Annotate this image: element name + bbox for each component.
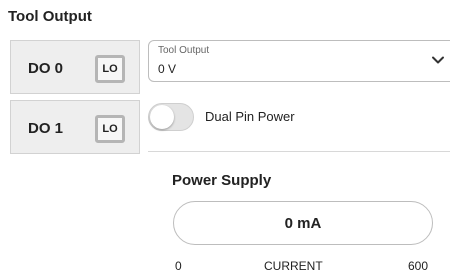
select-value: 0 V (158, 62, 177, 76)
tool-output-panel: Tool Output DO 0 LO DO 1 LO Tool Output … (0, 0, 450, 276)
output-state-badge[interactable]: LO (95, 115, 125, 143)
output-state-badge[interactable]: LO (95, 55, 125, 83)
current-scale-max: 600 (408, 259, 429, 273)
power-supply-title: Power Supply (172, 172, 272, 189)
current-scale-label: CURRENT (264, 259, 323, 273)
current-scale-min: 0 (175, 259, 182, 273)
digital-output-0[interactable]: DO 0 LO (10, 40, 140, 94)
divider (148, 151, 450, 152)
section-title: Tool Output (8, 8, 92, 25)
dual-pin-power-toggle[interactable] (148, 103, 194, 131)
chevron-down-icon (432, 56, 444, 64)
tool-output-voltage-select[interactable]: Tool Output 0 V (148, 40, 450, 82)
toggle-knob (150, 105, 174, 129)
digital-output-label: DO 1 (28, 120, 64, 137)
current-readout: 0 mA (173, 201, 433, 245)
select-caption: Tool Output (158, 45, 210, 56)
dual-pin-power-label: Dual Pin Power (205, 109, 295, 124)
digital-output-1[interactable]: DO 1 LO (10, 100, 140, 154)
digital-output-label: DO 0 (28, 60, 64, 77)
